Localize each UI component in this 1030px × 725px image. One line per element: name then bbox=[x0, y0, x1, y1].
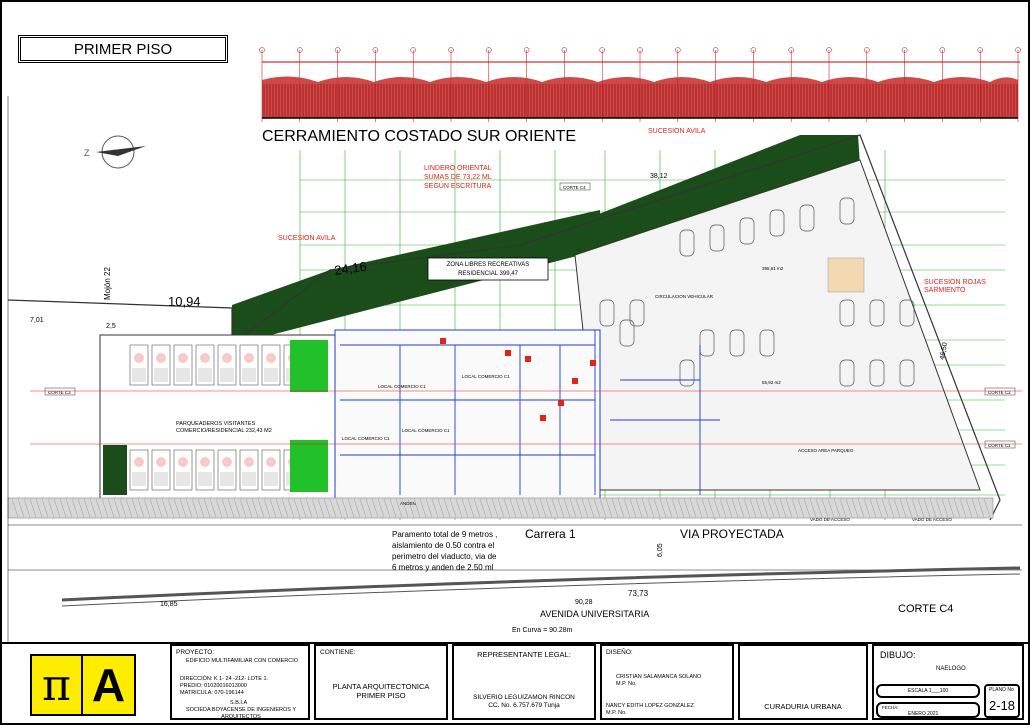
dim-6-05: 6,05 bbox=[657, 543, 664, 557]
logo-pi: π bbox=[32, 656, 84, 714]
label-zona-libres-1: ZONA LIBRES RECREATIVAS bbox=[447, 262, 529, 268]
dim-10-94: 10,94 bbox=[168, 294, 201, 309]
curaduria-box: CURADURIA URBANA bbox=[738, 644, 868, 720]
fence-elevation bbox=[259, 47, 1021, 122]
dim-90-28: 90,28 bbox=[575, 599, 593, 606]
plano-number-box: PLANO No 2-18 bbox=[984, 684, 1020, 718]
label-sucesion-avila-left: SUCESION AVILA bbox=[278, 235, 336, 242]
paramento-4: 6 metros y anden de 2.50 ml bbox=[392, 563, 494, 572]
paramento-1: Paramento total de 9 metros , bbox=[392, 530, 497, 539]
representante-box: REPRESENTANTE LEGAL: SILVERIO LEGUIZAMON… bbox=[452, 644, 596, 720]
area-label-2: 55,92 m2 bbox=[762, 380, 781, 385]
floor-plan-drawing: CERRAMIENTO COSTADO SUR ORIENTE SUCESION… bbox=[7, 47, 1022, 644]
label-lindero-2: SUMAS DE 73,22 ML bbox=[424, 174, 492, 181]
label-parqueaderos-2: COMERCIO/RESIDENCIAL 232,43 M2 bbox=[176, 428, 272, 434]
label-en-curva: En Curva = 90.28m bbox=[512, 627, 573, 634]
label-sucesion-rojas-1: SUCESION ROJAS bbox=[924, 279, 986, 286]
label-avenida: AVENIDA UNIVERSITARIA bbox=[540, 609, 649, 619]
svg-text:Z: Z bbox=[84, 148, 90, 158]
label-corte-c4-bottom: CORTE C4 bbox=[898, 603, 953, 615]
paramento-2: aislamiento de 0.50 contra el bbox=[392, 541, 495, 550]
paramento-3: perimetro del viaducto, via de bbox=[392, 552, 497, 561]
label-anden: ANDEN bbox=[400, 501, 416, 506]
dim-38-12: 38,12 bbox=[650, 173, 668, 180]
green-patch-1 bbox=[290, 340, 328, 392]
dim-73-73: 73,73 bbox=[628, 589, 649, 598]
dim-7-01: 7,01 bbox=[30, 317, 44, 324]
label-local-4: LOCAL COMERCIO C1 bbox=[402, 428, 450, 433]
area-label-1: 395,61 m2 bbox=[762, 266, 784, 271]
label-vado-1: VADO DE ACCESO bbox=[810, 517, 850, 522]
elevation-title: CERRAMIENTO COSTADO SUR ORIENTE bbox=[262, 128, 576, 145]
logo-a: A bbox=[83, 656, 134, 714]
label-parqueaderos-1: PARQUEADEROS VISITANTES bbox=[176, 421, 256, 427]
label-acceso: ACCESO AREA PARQUEO bbox=[798, 448, 854, 453]
label-sucesion-avila-top: SUCESION AVILA bbox=[648, 128, 706, 135]
label-zona-libres-2: RESIDENCIAL 399,47 bbox=[458, 271, 518, 277]
diseno-box: DISEÑO: CRISTIAN SALAMANCA SOLANO M.P. N… bbox=[600, 644, 734, 720]
label-mojon: Mojón 22 bbox=[103, 267, 112, 300]
label-lindero-3: SEGÚN ESCRITURA bbox=[424, 181, 492, 190]
dim-2-5: 2,5 bbox=[106, 323, 116, 330]
label-local-1: LOCAL COMERCIO C1 bbox=[378, 384, 426, 389]
label-vado-2: VADO DE ACCESO bbox=[912, 517, 952, 522]
label-via: VIA PROYECTADA bbox=[680, 527, 784, 541]
contiene-box: CONTIENE: PLANTA ARQUITECTONICA PRIMER P… bbox=[314, 644, 448, 720]
dim-16-85: 16,85 bbox=[160, 601, 178, 608]
logo: π A bbox=[30, 654, 136, 716]
label-local-2: LOCAL COMERCIO C1 bbox=[462, 374, 510, 379]
svg-text:CORTE C4: CORTE C4 bbox=[563, 185, 586, 190]
label-sucesion-rojas-2: SARMIENTO bbox=[924, 287, 966, 294]
green-patch-2 bbox=[290, 440, 328, 492]
label-circulacion: CIRCULACION VEHICULAR bbox=[655, 294, 714, 299]
dibujo-box: DIBUJO: NAELOGO ESCALA 1___100 FECHA: EN… bbox=[872, 644, 1024, 720]
label-local-3: LOCAL COMERCIO C1 bbox=[342, 436, 390, 441]
project-box: PROYECTO: EDIFICIO MULTIFAMILIAR CON COM… bbox=[170, 644, 310, 720]
north-arrow-icon: Z bbox=[84, 135, 146, 169]
label-lindero-1: LINDERO ORIENTAL bbox=[424, 165, 492, 172]
label-carrera: Carrera 1 bbox=[525, 527, 576, 541]
